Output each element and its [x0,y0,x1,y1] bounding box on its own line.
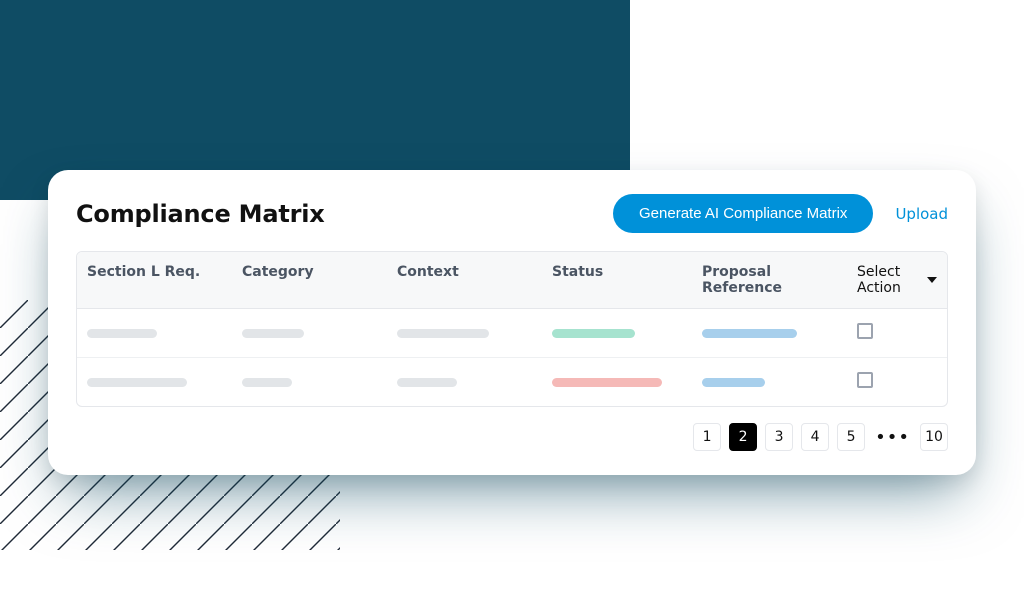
placeholder-pill [702,329,797,338]
page-button-10[interactable]: 10 [920,423,948,451]
select-action-dropdown[interactable]: Select Action [857,264,937,296]
compliance-card: Compliance Matrix Generate AI Compliance… [48,170,976,475]
table-header-row: Section L Req. Category Context Status P… [77,252,947,309]
page-button-3[interactable]: 3 [765,423,793,451]
page-button-4[interactable]: 4 [801,423,829,451]
table-row [77,358,947,406]
col-context: Context [387,252,542,308]
page-button-5[interactable]: 5 [837,423,865,451]
pagination: 12345 ••• 10 [76,423,948,451]
col-status: Status [542,252,692,308]
card-header: Compliance Matrix Generate AI Compliance… [76,194,948,233]
table-row [77,309,947,358]
compliance-table: Section L Req. Category Context Status P… [76,251,948,407]
placeholder-pill [87,378,187,387]
select-action-label: Select Action [857,264,921,296]
placeholder-pill [397,329,489,338]
placeholder-pill [552,329,635,338]
placeholder-pill [242,329,304,338]
col-category: Category [232,252,387,308]
upload-link[interactable]: Upload [895,205,948,223]
page-title: Compliance Matrix [76,200,325,228]
placeholder-pill [702,378,765,387]
placeholder-pill [397,378,457,387]
row-checkbox[interactable] [857,323,873,339]
placeholder-pill [87,329,157,338]
col-proposal: Proposal Reference [692,252,847,308]
caret-down-icon [927,277,937,283]
page-button-1[interactable]: 1 [693,423,721,451]
col-section: Section L Req. [77,252,232,308]
placeholder-pill [552,378,662,387]
row-checkbox[interactable] [857,372,873,388]
placeholder-pill [242,378,292,387]
pagination-ellipsis: ••• [873,427,912,448]
page-button-2[interactable]: 2 [729,423,757,451]
generate-ai-compliance-matrix-button[interactable]: Generate AI Compliance Matrix [613,194,873,233]
